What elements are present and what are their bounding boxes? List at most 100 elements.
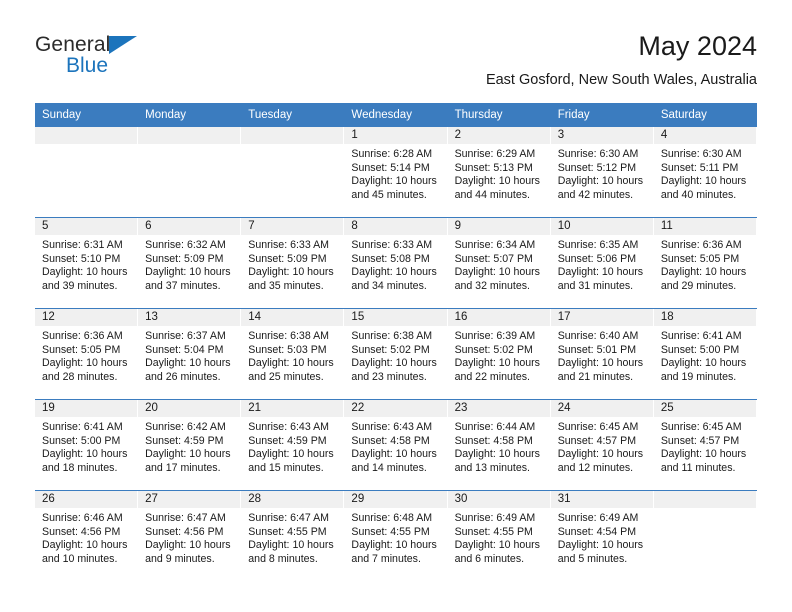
day-details: Sunrise: 6:32 AM Sunset: 5:09 PM Daylight:… [138, 235, 240, 293]
day-details: Sunrise: 6:35 AM Sunset: 5:06 PM Daylight:… [551, 235, 653, 293]
day-sunset-text: Sunset: 4:59 PM [248, 434, 327, 447]
day-number [653, 491, 756, 508]
calendar-day-cell[interactable]: 28 Sunrise: 6:47 AM Sunset: 4:55 PM Dayligh… [241, 491, 345, 581]
day-sunset-text: Sunset: 4:58 PM [351, 434, 430, 447]
day-sunset-text: Sunset: 4:57 PM [660, 434, 740, 447]
calendar-day-cell[interactable]: 22 Sunrise: 6:43 AM Sunset: 4:58 PM Dayligh… [344, 400, 448, 490]
day-details: Sunrise: 6:48 AM Sunset: 4:55 PM Daylight:… [344, 508, 446, 566]
triangle-icon [109, 36, 137, 54]
day-number: 10 [550, 218, 653, 235]
day-sunset-text: Sunset: 4:55 PM [351, 525, 430, 538]
weekday-header-sunday: Sunday [42, 109, 82, 121]
weekday-header-thursday: Thursday [454, 109, 503, 121]
calendar-day-cell[interactable]: 9 Sunrise: 6:34 AM Sunset: 5:07 PM Daylight… [447, 218, 551, 308]
day-daylight-line1-text: Daylight: 10 hours [351, 175, 437, 188]
day-daylight-line1-text: Daylight: 10 hours [454, 357, 540, 370]
calendar-day-cell[interactable]: 7 Sunrise: 6:33 AM Sunset: 5:09 PM Daylight… [241, 218, 345, 308]
day-daylight-line1-text: Daylight: 10 hours [660, 357, 747, 370]
day-daylight-line1-text: Daylight: 10 hours [454, 266, 540, 279]
day-sunrise-text: Sunrise: 6:42 AM [145, 421, 226, 433]
calendar-day-cell[interactable]: 12 Sunrise: 6:36 AM Sunset: 5:05 PM Dayligh… [35, 309, 139, 399]
day-sunrise-text: Sunrise: 6:38 AM [351, 330, 433, 342]
day-daylight-line1-text: Daylight: 10 hours [351, 357, 437, 370]
calendar-day-cell[interactable]: 3 Sunrise: 6:30 AM Sunset: 5:12 PM Daylight… [550, 127, 654, 217]
calendar-day-cell[interactable]: 11 Sunrise: 6:36 AM Sunset: 5:05 PM Dayligh… [653, 218, 757, 308]
calendar-day-cell[interactable]: 24 Sunrise: 6:45 AM Sunset: 4:57 PM Dayligh… [550, 400, 654, 490]
day-sunrise-text: Sunrise: 6:30 AM [660, 148, 742, 160]
calendar-day-cell[interactable]: 10 Sunrise: 6:35 AM Sunset: 5:06 PM Dayligh… [550, 218, 654, 308]
day-daylight-line2-text: and 45 minutes. [351, 188, 427, 201]
day-daylight-line2-text: and 25 minutes. [248, 370, 324, 383]
day-details: Sunrise: 6:40 AM Sunset: 5:01 PM Daylight:… [551, 326, 653, 384]
calendar-day-cell[interactable]: 17 Sunrise: 6:40 AM Sunset: 5:01 PM Dayligh… [550, 309, 654, 399]
day-sunset-text: Sunset: 4:56 PM [145, 525, 224, 538]
day-sunset-text: Sunset: 4:57 PM [557, 434, 637, 447]
calendar-day-cell[interactable]: 30 Sunrise: 6:49 AM Sunset: 4:55 PM Dayligh… [447, 491, 551, 581]
calendar-day-cell[interactable]: 21 Sunrise: 6:43 AM Sunset: 4:59 PM Dayligh… [241, 400, 345, 490]
day-details: Sunrise: 6:49 AM Sunset: 4:54 PM Daylight:… [551, 508, 653, 566]
day-details: Sunrise: 6:44 AM Sunset: 4:58 PM Daylight:… [448, 417, 550, 475]
day-number: 1 [344, 127, 447, 144]
calendar-day-cell[interactable]: 27 Sunrise: 6:47 AM Sunset: 4:56 PM Dayligh… [138, 491, 242, 581]
day-details: Sunrise: 6:42 AM Sunset: 4:59 PM Daylight:… [138, 417, 240, 475]
day-sunset-text: Sunset: 4:54 PM [557, 525, 637, 538]
calendar-day-cell[interactable]: 25 Sunrise: 6:45 AM Sunset: 4:57 PM Dayligh… [653, 400, 757, 490]
page-masthead: General Blue May 2024 East Gosford, New … [35, 0, 757, 89]
day-daylight-line2-text: and 14 minutes. [351, 461, 427, 474]
day-daylight-line2-text: and 5 minutes. [557, 552, 628, 565]
day-sunrise-text: Sunrise: 6:31 AM [42, 239, 123, 251]
calendar-day-cell[interactable]: 4 Sunrise: 6:30 AM Sunset: 5:11 PM Daylight… [653, 127, 757, 217]
day-details: Sunrise: 6:34 AM Sunset: 5:07 PM Daylight:… [448, 235, 550, 293]
calendar-day-cell[interactable]: 14 Sunrise: 6:38 AM Sunset: 5:03 PM Dayligh… [241, 309, 345, 399]
day-daylight-line2-text: and 8 minutes. [248, 552, 318, 565]
day-daylight-line1-text: Daylight: 10 hours [454, 448, 540, 461]
day-number: 20 [138, 400, 241, 417]
calendar-day-cell[interactable]: 5 Sunrise: 6:31 AM Sunset: 5:10 PM Daylight… [35, 218, 139, 308]
calendar-week-row: 12 Sunrise: 6:36 AM Sunset: 5:05 PM Dayligh… [35, 308, 757, 399]
calendar-day-cell[interactable]: 16 Sunrise: 6:39 AM Sunset: 5:02 PM Dayligh… [447, 309, 551, 399]
day-daylight-line1-text: Daylight: 10 hours [42, 448, 128, 461]
calendar-day-cell[interactable]: 6 Sunrise: 6:32 AM Sunset: 5:09 PM Daylight… [138, 218, 242, 308]
day-daylight-line1-text: Daylight: 10 hours [42, 539, 128, 552]
calendar-day-cell[interactable]: 20 Sunrise: 6:42 AM Sunset: 4:59 PM Dayligh… [138, 400, 242, 490]
day-number: 18 [653, 309, 756, 326]
day-details: Sunrise: 6:46 AM Sunset: 4:56 PM Daylight:… [35, 508, 137, 566]
day-number: 7 [241, 218, 344, 235]
day-number: 6 [138, 218, 241, 235]
day-number: 23 [447, 400, 550, 417]
calendar-day-cell[interactable]: 26 Sunrise: 6:46 AM Sunset: 4:56 PM Dayligh… [35, 491, 139, 581]
day-sunset-text: Sunset: 5:01 PM [557, 343, 637, 356]
calendar-day-cell[interactable]: 31 Sunrise: 6:49 AM Sunset: 4:54 PM Dayligh… [550, 491, 654, 581]
day-daylight-line1-text: Daylight: 10 hours [660, 175, 747, 188]
calendar-day-cell[interactable]: 15 Sunrise: 6:38 AM Sunset: 5:02 PM Dayligh… [344, 309, 448, 399]
day-daylight-line1-text: Daylight: 10 hours [660, 266, 747, 279]
day-daylight-line1-text: Daylight: 10 hours [351, 266, 437, 279]
day-daylight-line2-text: and 26 minutes. [145, 370, 221, 383]
calendar-day-cell[interactable]: 13 Sunrise: 6:37 AM Sunset: 5:04 PM Dayligh… [138, 309, 242, 399]
day-daylight-line2-text: and 23 minutes. [351, 370, 427, 383]
calendar-day-cell[interactable]: 29 Sunrise: 6:48 AM Sunset: 4:55 PM Dayligh… [344, 491, 448, 581]
day-daylight-line2-text: and 11 minutes. [660, 461, 736, 474]
day-daylight-line1-text: Daylight: 10 hours [557, 448, 644, 461]
calendar-day-cell[interactable]: 1 Sunrise: 6:28 AM Sunset: 5:14 PM Daylight… [344, 127, 448, 217]
day-daylight-line2-text: and 39 minutes. [42, 279, 118, 292]
day-daylight-line1-text: Daylight: 10 hours [145, 266, 231, 279]
day-sunset-text: Sunset: 5:04 PM [145, 343, 224, 356]
calendar-week-row: 5 Sunrise: 6:31 AM Sunset: 5:10 PM Daylight… [35, 217, 757, 308]
day-details: Sunrise: 6:47 AM Sunset: 4:56 PM Daylight:… [138, 508, 240, 566]
calendar-day-cell[interactable]: 19 Sunrise: 6:41 AM Sunset: 5:00 PM Dayligh… [35, 400, 139, 490]
calendar-day-cell[interactable]: 2 Sunrise: 6:29 AM Sunset: 5:13 PM Daylight… [447, 127, 551, 217]
day-daylight-line2-text: and 44 minutes. [454, 188, 530, 201]
calendar-week-row: 26 Sunrise: 6:46 AM Sunset: 4:56 PM Dayligh… [35, 490, 757, 581]
day-daylight-line2-text: and 31 minutes. [557, 279, 634, 292]
calendar-day-cell[interactable]: 18 Sunrise: 6:41 AM Sunset: 5:00 PM Dayligh… [653, 309, 757, 399]
day-details: Sunrise: 6:38 AM Sunset: 5:03 PM Daylight:… [241, 326, 343, 384]
day-daylight-line2-text: and 34 minutes. [351, 279, 427, 292]
calendar-day-cell[interactable]: 8 Sunrise: 6:33 AM Sunset: 5:08 PM Daylight… [344, 218, 448, 308]
day-daylight-line1-text: Daylight: 10 hours [454, 175, 540, 188]
day-daylight-line2-text: and 6 minutes. [454, 552, 525, 565]
day-daylight-line2-text: and 21 minutes. [557, 370, 634, 383]
day-sunrise-text: Sunrise: 6:33 AM [351, 239, 433, 251]
day-sunrise-text: Sunrise: 6:36 AM [42, 330, 123, 342]
calendar-day-cell[interactable]: 23 Sunrise: 6:44 AM Sunset: 4:58 PM Dayligh… [447, 400, 551, 490]
